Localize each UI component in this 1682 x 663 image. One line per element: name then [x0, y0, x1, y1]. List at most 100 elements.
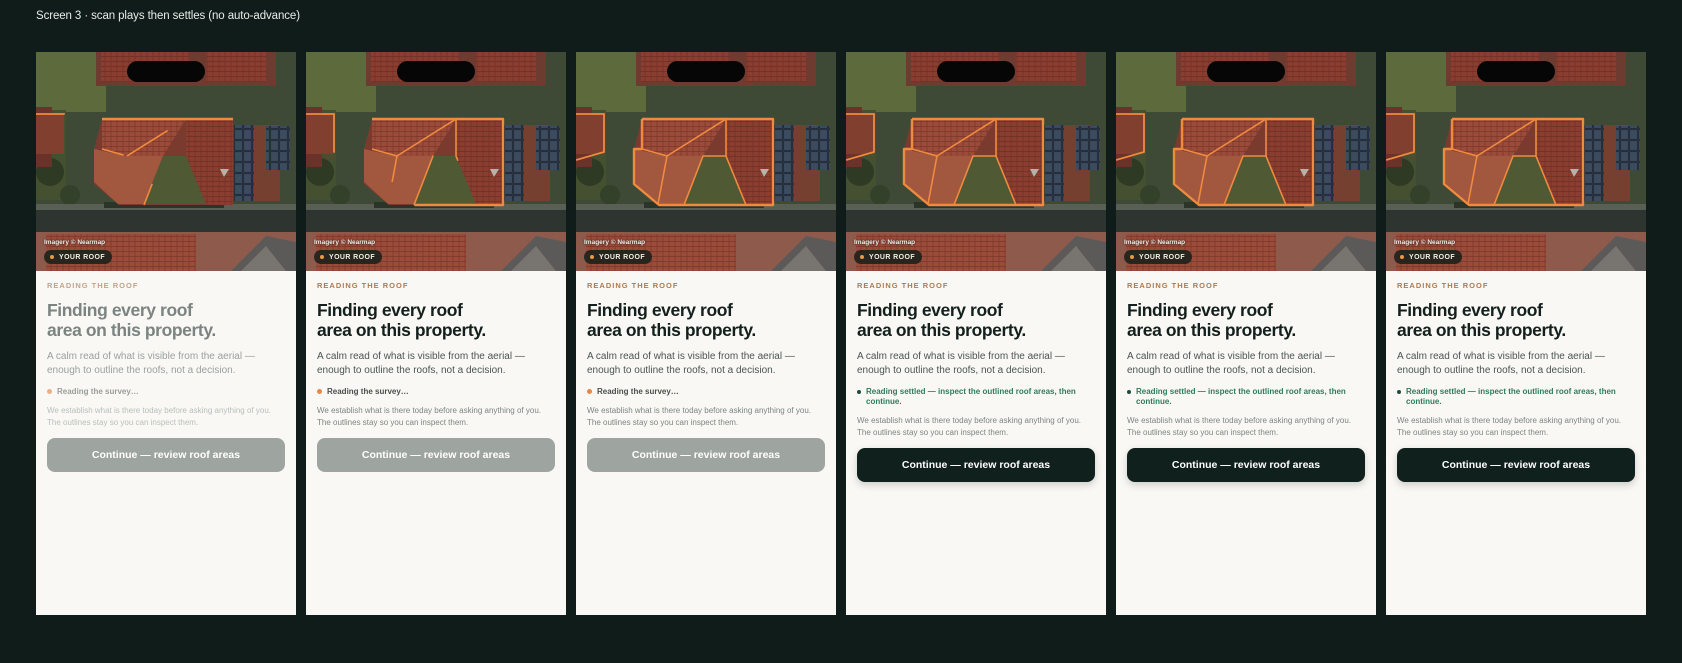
- imagery-credit: Imagery © Nearmap: [314, 239, 376, 246]
- your-roof-label: YOUR ROOF: [599, 253, 645, 261]
- status-dot-icon: [47, 389, 52, 394]
- status-dot-icon: [317, 389, 322, 394]
- lead-line-1: A calm read of what is visible from the …: [47, 351, 255, 362]
- eyebrow: READING THE ROOF: [1127, 281, 1219, 290]
- note-line-1: We establish what is there today before …: [47, 406, 271, 415]
- your-roof-label: YOUR ROOF: [869, 253, 915, 261]
- lead-line-2: enough to outline the roofs, not a decis…: [1397, 365, 1586, 376]
- frame-content: READING THE ROOF Finding every roof area…: [1386, 271, 1646, 482]
- status-line: Reading the survey…: [587, 387, 825, 397]
- your-roof-badge: YOUR ROOF: [584, 250, 652, 264]
- lead-text: A calm read of what is visible from the …: [317, 350, 555, 378]
- frame-content: READING THE ROOF Finding every roof area…: [306, 271, 566, 472]
- lead-line-2: enough to outline the roofs, not a decis…: [587, 365, 776, 376]
- status-text: Reading settled — inspect the outlined r…: [866, 387, 1076, 406]
- status-line: Reading settled — inspect the outlined r…: [857, 387, 1095, 407]
- note-line-2: The outlines stay so you can inspect the…: [317, 418, 469, 427]
- title-line-2: area on this property.: [317, 320, 486, 340]
- continue-button[interactable]: Continue — review roof areas: [317, 438, 555, 472]
- lead-line-2: enough to outline the roofs, not a decis…: [317, 365, 506, 376]
- phone-frame-5: Imagery © Nearmap YOUR ROOF READING THE …: [1116, 52, 1376, 615]
- lead-line-1: A calm read of what is visible from the …: [317, 351, 525, 362]
- page-title: Finding every roof area on this property…: [1397, 300, 1635, 340]
- badge-dot-icon: [590, 255, 594, 259]
- title-line-1: Finding every roof: [1397, 300, 1543, 320]
- note-text: We establish what is there today before …: [47, 405, 285, 429]
- phone-frame-6: Imagery © Nearmap YOUR ROOF READING THE …: [1386, 52, 1646, 615]
- status-line: Reading the survey…: [47, 387, 285, 397]
- lead-line-2: enough to outline the roofs, not a decis…: [47, 365, 236, 376]
- continue-button[interactable]: Continue — review roof areas: [587, 438, 825, 472]
- imagery-credit: Imagery © Nearmap: [1124, 239, 1186, 246]
- eyebrow: READING THE ROOF: [1397, 281, 1489, 290]
- eyebrow: READING THE ROOF: [317, 281, 409, 290]
- note-text: We establish what is there today before …: [317, 405, 555, 429]
- badge-dot-icon: [320, 255, 324, 259]
- note-line-1: We establish what is there today before …: [857, 416, 1081, 425]
- aerial-image: Imagery © Nearmap YOUR ROOF: [1116, 52, 1376, 271]
- note-line-1: We establish what is there today before …: [587, 406, 811, 415]
- continue-button[interactable]: Continue — review roof areas: [1127, 448, 1365, 482]
- note-line-1: We establish what is there today before …: [1127, 416, 1351, 425]
- phone-frame-4: Imagery © Nearmap YOUR ROOF READING THE …: [846, 52, 1106, 615]
- title-line-2: area on this property.: [857, 320, 1026, 340]
- continue-button[interactable]: Continue — review roof areas: [857, 448, 1095, 482]
- badge-dot-icon: [1400, 255, 1404, 259]
- note-line-2: The outlines stay so you can inspect the…: [587, 418, 739, 427]
- your-roof-label: YOUR ROOF: [59, 253, 105, 261]
- eyebrow: READING THE ROOF: [857, 281, 949, 290]
- lead-text: A calm read of what is visible from the …: [1127, 350, 1365, 378]
- island-notch-icon: [937, 61, 1015, 82]
- phone-frame-2: Imagery © Nearmap YOUR ROOF READING THE …: [306, 52, 566, 615]
- page-title: Finding every roof area on this property…: [857, 300, 1095, 340]
- note-text: We establish what is there today before …: [1397, 415, 1635, 439]
- lead-line-1: A calm read of what is visible from the …: [587, 351, 795, 362]
- imagery-credit: Imagery © Nearmap: [1394, 239, 1456, 246]
- title-line-2: area on this property.: [47, 320, 216, 340]
- status-text: Reading the survey…: [57, 387, 139, 396]
- note-line-1: We establish what is there today before …: [1397, 416, 1621, 425]
- note-text: We establish what is there today before …: [1127, 415, 1365, 439]
- continue-button[interactable]: Continue — review roof areas: [47, 438, 285, 472]
- status-dot-icon: [1127, 390, 1131, 394]
- imagery-credit: Imagery © Nearmap: [854, 239, 916, 246]
- lead-line-2: enough to outline the roofs, not a decis…: [857, 365, 1046, 376]
- aerial-image: Imagery © Nearmap YOUR ROOF: [846, 52, 1106, 271]
- eyebrow: READING THE ROOF: [587, 281, 679, 290]
- lead-line-1: A calm read of what is visible from the …: [1127, 351, 1335, 362]
- island-notch-icon: [667, 61, 745, 82]
- page-caption: Screen 3 · scan plays then settles (no a…: [36, 10, 300, 22]
- badge-dot-icon: [1130, 255, 1134, 259]
- your-roof-label: YOUR ROOF: [1139, 253, 1185, 261]
- phone-frame-3: Imagery © Nearmap YOUR ROOF READING THE …: [576, 52, 836, 615]
- frame-content: READING THE ROOF Finding every roof area…: [36, 271, 296, 472]
- your-roof-badge: YOUR ROOF: [314, 250, 382, 264]
- aerial-image: Imagery © Nearmap YOUR ROOF: [306, 52, 566, 271]
- title-line-1: Finding every roof: [587, 300, 733, 320]
- your-roof-label: YOUR ROOF: [329, 253, 375, 261]
- title-line-2: area on this property.: [1397, 320, 1566, 340]
- continue-button[interactable]: Continue — review roof areas: [1397, 448, 1635, 482]
- note-line-2: The outlines stay so you can inspect the…: [1127, 428, 1279, 437]
- eyebrow: READING THE ROOF: [47, 281, 139, 290]
- status-line: Reading settled — inspect the outlined r…: [1397, 387, 1635, 407]
- status-dot-icon: [587, 389, 592, 394]
- status-dot-icon: [857, 390, 861, 394]
- aerial-image: Imagery © Nearmap YOUR ROOF: [1386, 52, 1646, 271]
- title-line-1: Finding every roof: [47, 300, 193, 320]
- note-line-2: The outlines stay so you can inspect the…: [857, 428, 1009, 437]
- frame-content: READING THE ROOF Finding every roof area…: [846, 271, 1106, 482]
- status-line: Reading settled — inspect the outlined r…: [1127, 387, 1365, 407]
- status-text: Reading the survey…: [597, 387, 679, 396]
- imagery-credit: Imagery © Nearmap: [44, 239, 106, 246]
- your-roof-label: YOUR ROOF: [1409, 253, 1455, 261]
- your-roof-badge: YOUR ROOF: [1394, 250, 1462, 264]
- page-title: Finding every roof area on this property…: [47, 300, 285, 340]
- lead-line-1: A calm read of what is visible from the …: [857, 351, 1065, 362]
- lead-text: A calm read of what is visible from the …: [587, 350, 825, 378]
- title-line-1: Finding every roof: [857, 300, 1003, 320]
- badge-dot-icon: [860, 255, 864, 259]
- status-text: Reading the survey…: [327, 387, 409, 396]
- aerial-image: Imagery © Nearmap YOUR ROOF: [576, 52, 836, 271]
- page-title: Finding every roof area on this property…: [317, 300, 555, 340]
